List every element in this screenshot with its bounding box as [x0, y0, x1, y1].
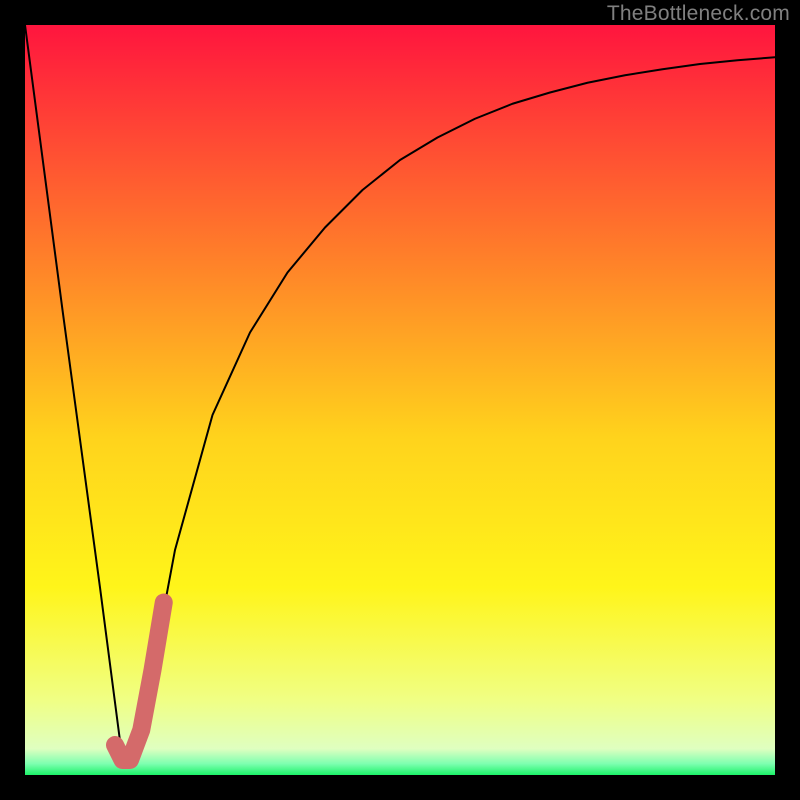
chart-frame: TheBottleneck.com	[0, 0, 800, 800]
plot-area	[25, 25, 775, 775]
curves-layer	[25, 25, 775, 775]
watermark-text: TheBottleneck.com	[607, 2, 790, 26]
highlight-segment	[115, 603, 164, 761]
bottleneck-curve	[25, 25, 775, 760]
